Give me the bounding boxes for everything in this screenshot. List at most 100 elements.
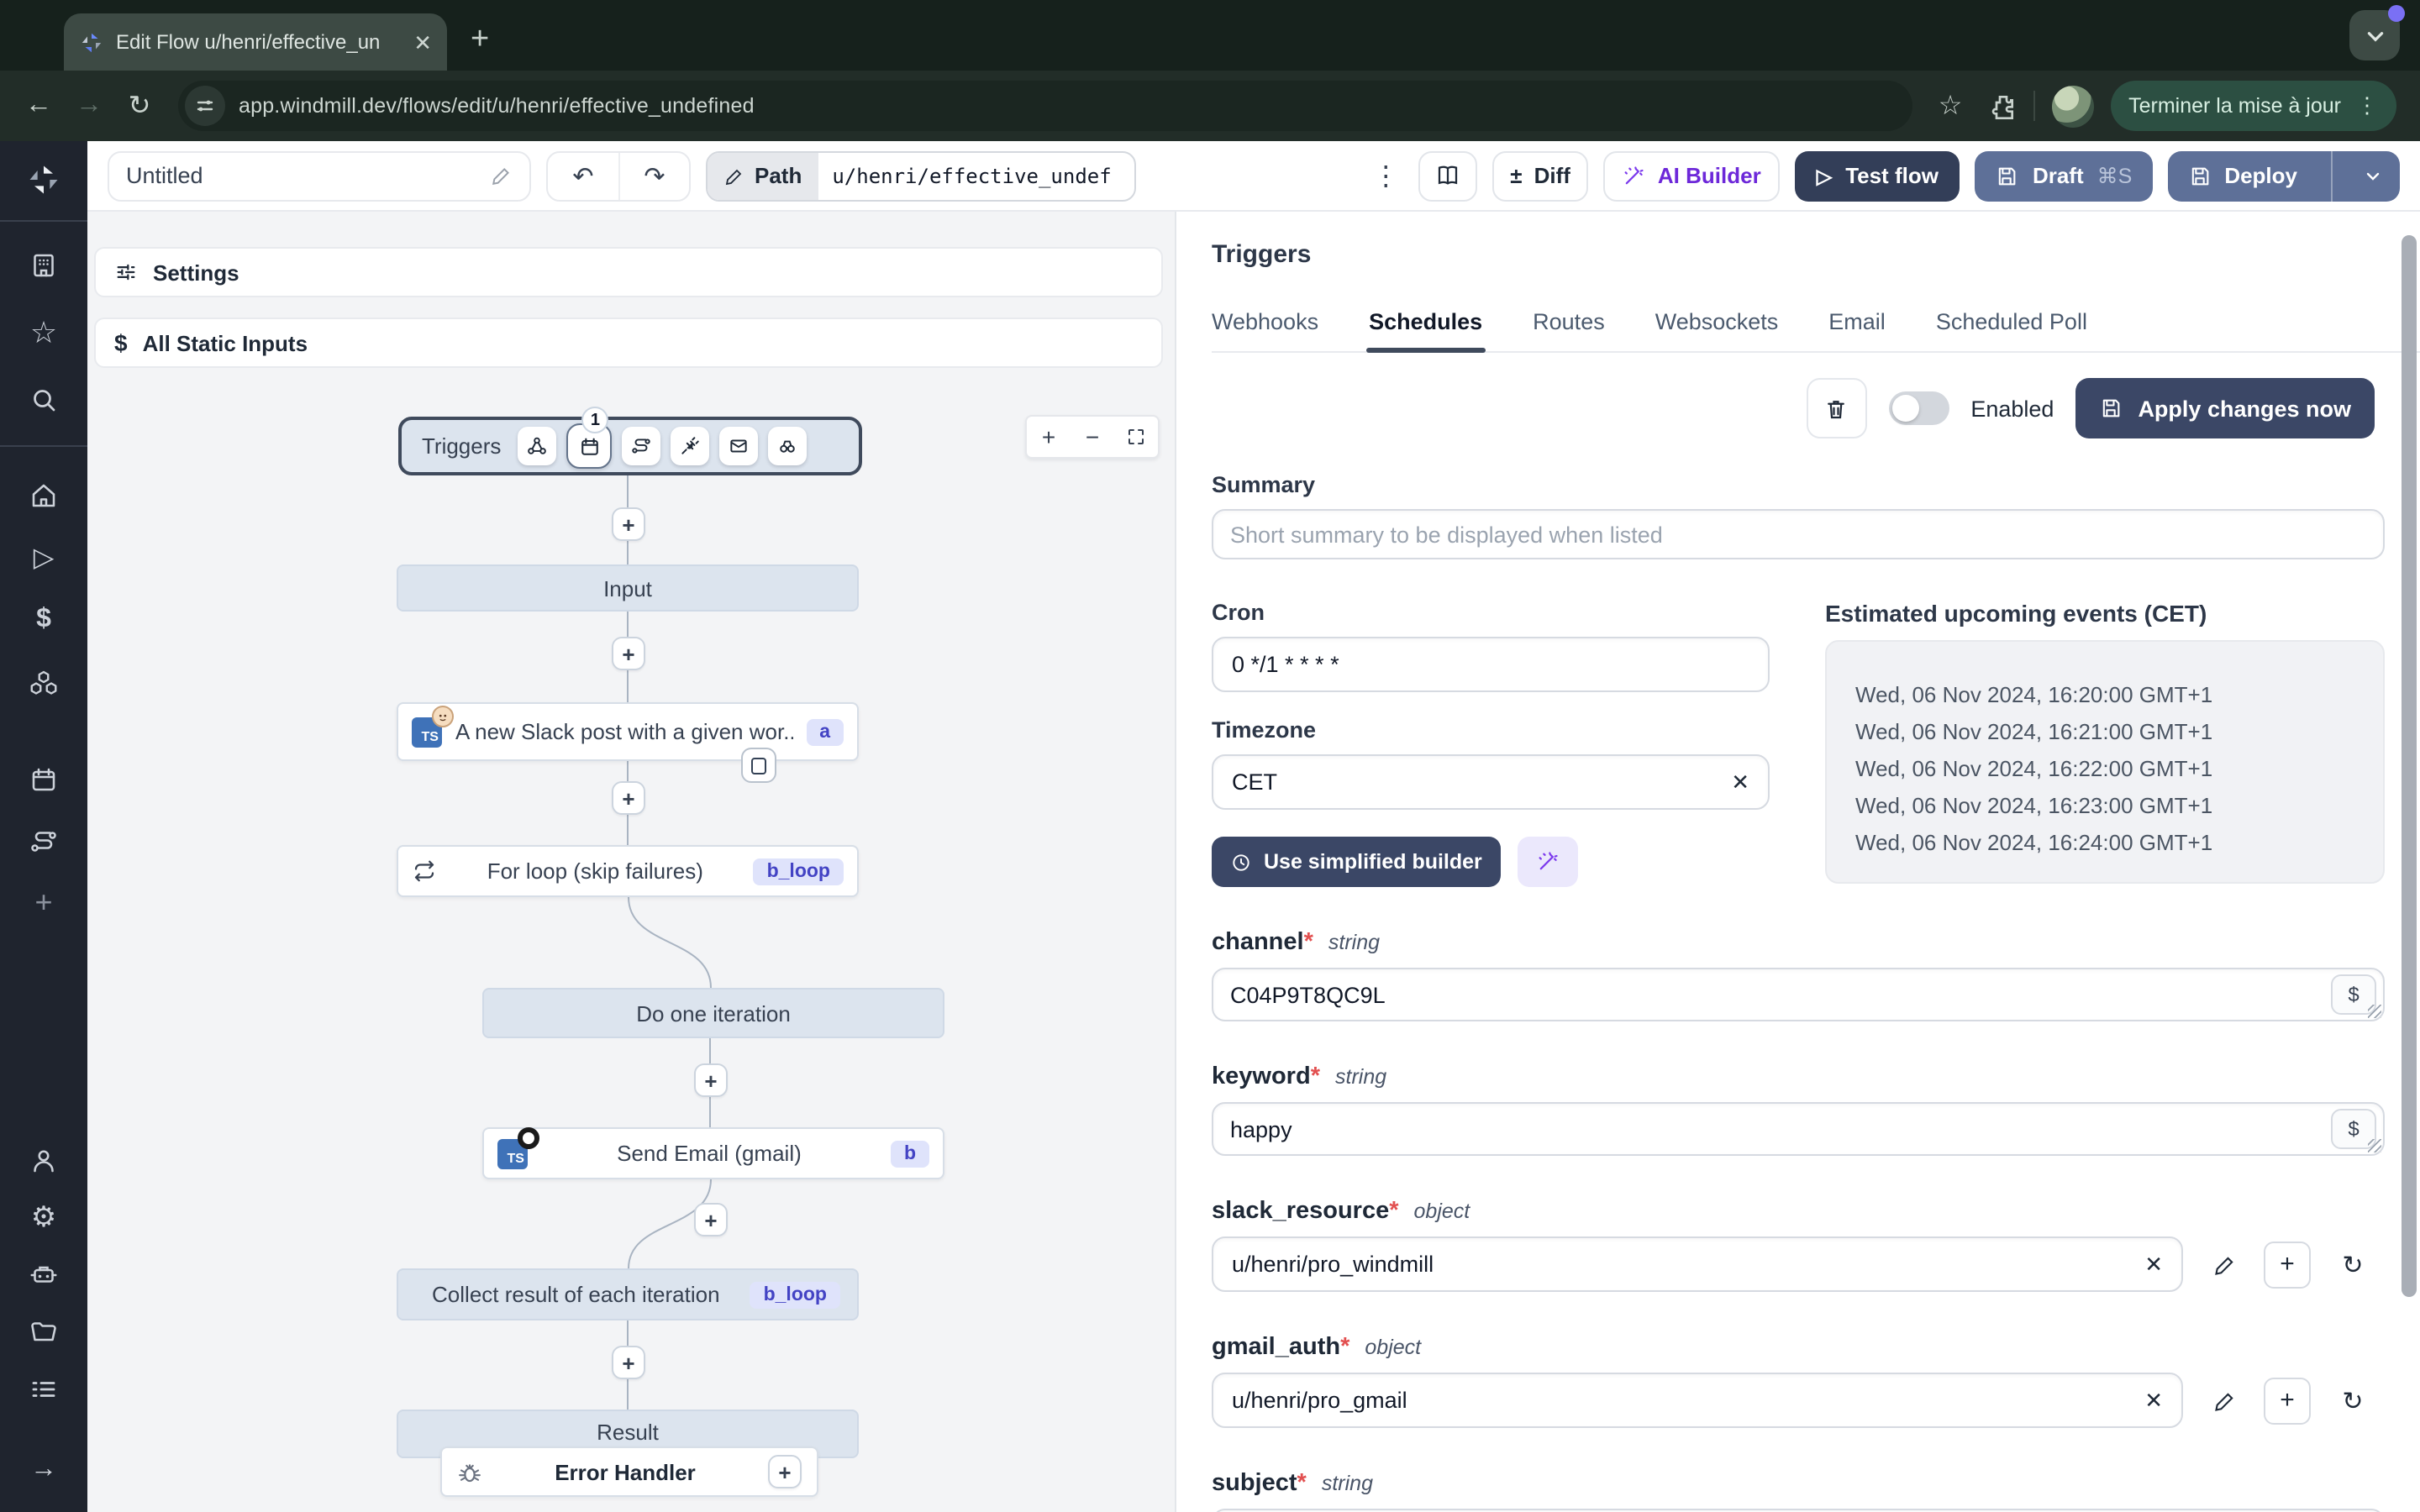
more-options-icon[interactable]: ⋮ [1369, 159, 1402, 192]
keyword-input[interactable]: happy $ [1212, 1102, 2385, 1156]
resources-icon[interactable] [0, 654, 87, 711]
refresh-resource-icon[interactable]: ↻ [2331, 1385, 2375, 1415]
test-flow-button[interactable]: ▷ Test flow [1794, 150, 1960, 201]
ai-cron-button[interactable] [1517, 837, 1578, 887]
logs-icon[interactable] [0, 1361, 87, 1418]
expand-sidebar-icon[interactable]: → [0, 1441, 87, 1499]
browser-tab[interactable]: Edit Flow u/henri/effective_un ✕ [64, 13, 447, 71]
select-step-checkbox[interactable] [741, 748, 776, 783]
new-tab-icon[interactable]: + [471, 22, 489, 59]
timezone-input[interactable]: CET ✕ [1212, 754, 1770, 810]
address-bar[interactable]: app.windmill.dev/flows/edit/u/henri/effe… [178, 81, 1912, 131]
flow-name-input[interactable]: Untitled [108, 150, 531, 201]
tab-scheduled-poll[interactable]: Scheduled Poll [1936, 309, 2087, 351]
refresh-resource-icon[interactable]: ↻ [2331, 1249, 2375, 1279]
tab-search-button[interactable] [2349, 5, 2405, 60]
home-icon[interactable] [0, 467, 87, 524]
routes-icon[interactable] [0, 813, 87, 870]
browser-menu-icon[interactable]: ⋮ [2356, 92, 2378, 119]
email-trigger-icon[interactable] [719, 427, 759, 465]
insert-step-button[interactable]: + [612, 1346, 645, 1379]
deploy-dropdown-icon[interactable] [2346, 165, 2400, 186]
add-resource-button[interactable]: + [2264, 1241, 2311, 1288]
back-icon[interactable]: ← [17, 84, 60, 128]
error-handler-node[interactable]: Error Handler + [440, 1446, 818, 1497]
reload-icon[interactable]: ↻ [118, 84, 161, 128]
redo-button[interactable]: ↷ [618, 152, 689, 199]
undo-button[interactable]: ↶ [548, 152, 618, 199]
forward-icon[interactable]: → [67, 84, 111, 128]
delete-schedule-button[interactable] [1806, 378, 1867, 438]
workspace-icon[interactable] [0, 237, 87, 294]
route-trigger-icon[interactable] [622, 427, 661, 465]
flow-settings-row[interactable]: Settings [94, 247, 1163, 297]
diff-button[interactable]: ± Diff [1491, 150, 1589, 201]
schedule-trigger-icon[interactable]: 1 [566, 407, 613, 469]
resize-handle[interactable] [2368, 1139, 2381, 1152]
triggers-node[interactable]: Triggers 1 [398, 407, 862, 475]
docs-button[interactable] [1418, 150, 1477, 201]
site-info-icon[interactable] [185, 86, 225, 126]
cron-input[interactable]: 0 */1 * * * * [1212, 637, 1770, 692]
variables-icon[interactable]: $ [0, 591, 87, 648]
enabled-toggle[interactable] [1888, 391, 1949, 425]
zoom-in-icon[interactable]: + [1027, 417, 1071, 457]
bookmark-star-icon[interactable]: ☆ [1928, 84, 1972, 128]
tab-websockets[interactable]: Websockets [1655, 309, 1779, 351]
clear-resource-icon[interactable]: ✕ [2144, 1251, 2163, 1278]
insert-step-button[interactable]: + [612, 637, 645, 670]
edit-pencil-icon[interactable] [491, 165, 513, 186]
favorites-star-icon[interactable]: ☆ [0, 304, 87, 361]
gmail-auth-input[interactable]: u/henri/pro_gmail ✕ [1212, 1373, 2183, 1428]
summary-input[interactable] [1212, 509, 2385, 559]
insert-step-button[interactable]: + [694, 1063, 728, 1097]
settings-gear-icon[interactable]: ⚙ [0, 1189, 87, 1247]
insert-step-button[interactable]: + [694, 1203, 728, 1236]
runs-icon[interactable]: ▷ [0, 529, 87, 586]
add-error-handler-button[interactable]: + [768, 1455, 802, 1488]
forloop-node[interactable]: For loop (skip failures) b_loop [397, 845, 859, 897]
do-one-iteration-node[interactable]: Do one iteration [482, 988, 944, 1038]
search-icon[interactable] [0, 371, 87, 428]
tab-routes[interactable]: Routes [1533, 309, 1605, 351]
clear-timezone-icon[interactable]: ✕ [1731, 769, 1749, 795]
all-static-inputs-row[interactable]: $ All Static Inputs [94, 318, 1163, 368]
slack-step-node[interactable]: TS A new Slack post with a given wor... … [397, 702, 859, 761]
tab-schedules[interactable]: Schedules [1365, 309, 1486, 353]
scheduled-poll-trigger-icon[interactable] [768, 427, 808, 465]
apply-changes-button[interactable]: Apply changes now [2075, 378, 2375, 438]
edit-resource-icon[interactable] [2203, 1389, 2247, 1412]
profile-avatar[interactable] [2051, 85, 2094, 127]
websocket-trigger-icon[interactable] [671, 427, 710, 465]
path-input[interactable]: u/henri/effective_undef [818, 152, 1134, 199]
add-icon[interactable]: + [0, 874, 87, 931]
tab-webhooks[interactable]: Webhooks [1212, 309, 1318, 351]
tab-email[interactable]: Email [1828, 309, 1886, 351]
workers-icon[interactable] [0, 1247, 87, 1304]
folders-icon[interactable] [0, 1304, 87, 1361]
input-node[interactable]: Input [397, 564, 859, 612]
browser-update-button[interactable]: Terminer la mise à jour ⋮ [2110, 81, 2396, 131]
path-edit-button[interactable]: Path [708, 152, 819, 199]
collect-result-node[interactable]: Collect result of each iteration b_loop [397, 1268, 859, 1320]
webhook-trigger-icon[interactable] [518, 427, 557, 465]
simplified-builder-button[interactable]: Use simplified builder [1212, 837, 1501, 887]
schedules-icon[interactable] [0, 751, 87, 808]
tab-close-icon[interactable]: ✕ [413, 31, 432, 53]
extensions-icon[interactable] [1989, 92, 2016, 119]
send-email-node[interactable]: TS Send Email (gmail) b [482, 1126, 944, 1179]
add-resource-button[interactable]: + [2264, 1377, 2311, 1424]
channel-input[interactable]: C04P9T8QC9L $ [1212, 968, 2385, 1021]
deploy-button[interactable]: Deploy [2167, 150, 2400, 201]
draft-button[interactable]: Draft ⌘S [1975, 150, 2153, 201]
clear-resource-icon[interactable]: ✕ [2144, 1387, 2163, 1414]
subject-input[interactable]: $ [1212, 1509, 2385, 1512]
windmill-logo[interactable] [0, 151, 87, 208]
edit-resource-icon[interactable] [2203, 1252, 2247, 1276]
insert-step-button[interactable]: + [612, 507, 645, 541]
resize-handle[interactable] [2368, 1005, 2381, 1018]
panel-scrollbar[interactable] [2402, 235, 2417, 1297]
slack-resource-input[interactable]: u/henri/pro_windmill ✕ [1212, 1236, 2183, 1292]
insert-step-button[interactable]: + [612, 781, 645, 815]
user-icon[interactable] [0, 1132, 87, 1189]
